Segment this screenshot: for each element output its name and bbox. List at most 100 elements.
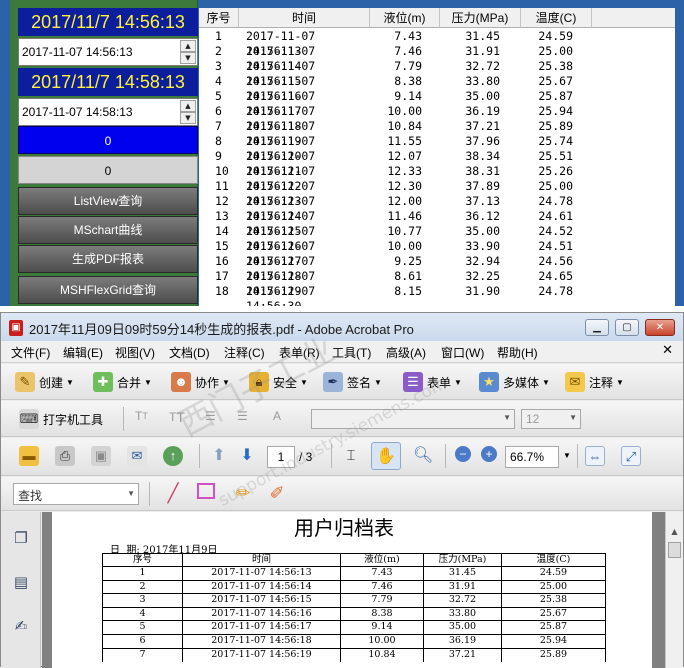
typewriter-toolbar: ⌨ 打字机工具 TT TT ☰ ☰ A ▼ 12 ▼ — [1, 401, 683, 437]
spin-up-icon[interactable]: ▲ — [180, 40, 196, 52]
table-row[interactable]: 10 2017-11-07 14:56:22 12.33 38.31 25.26 — [199, 164, 675, 193]
line-spacing-up-icon[interactable]: ☰ — [237, 409, 248, 423]
line-tool-icon[interactable]: ╱ — [163, 483, 187, 503]
pencil-tool-icon[interactable]: ✏ — [233, 483, 257, 503]
data-listview[interactable]: 序号 时间 液位(m) 压力(MPa) 温度(C) 1 2017-11-07 14… — [199, 8, 675, 306]
dropdown-arrow-icon: ▼ — [66, 377, 74, 387]
bookmarks-panel-icon[interactable]: ▤ — [11, 570, 31, 594]
table-row[interactable]: 15 2017-11-07 14:56:27 10.00 33.90 24.51 — [199, 239, 675, 268]
typewriter-tool-button[interactable]: ⌨ 打字机工具 — [19, 409, 103, 429]
text-color-icon[interactable]: A — [273, 409, 281, 423]
column-header-level[interactable]: 液位(m) — [370, 8, 440, 28]
font-size-select[interactable]: 12 ▼ — [521, 409, 581, 429]
mschart-curve-button[interactable]: MSchart曲线 — [18, 216, 198, 244]
open-folder-icon[interactable]: ▬ — [19, 446, 43, 466]
combine-button[interactable]: ✚ 合并 ▼ — [93, 372, 152, 392]
previous-page-icon[interactable]: ⬆ — [209, 446, 233, 466]
highlighter-tool-icon[interactable]: ✐ — [267, 483, 291, 503]
table-row[interactable]: 13 2017-11-07 14:56:25 11.46 36.12 24.61 — [199, 209, 675, 238]
page-number-input[interactable]: 1 — [267, 446, 295, 468]
fit-page-icon[interactable]: ⤢ — [621, 446, 645, 466]
table-row[interactable]: 11 2017-11-07 14:56:23 12.30 37.89 25.00 — [199, 179, 675, 208]
table-row[interactable]: 18 2017-11-07 14:56:30 8.15 31.90 24.78 — [199, 284, 675, 306]
table-row[interactable]: 17 2017-11-07 14:56:29 8.61 32.25 24.65 — [199, 269, 675, 298]
mshflexgrid-query-button[interactable]: MSHFlexGrid查询 — [18, 276, 198, 304]
hand-tool-icon[interactable]: ✋ — [371, 442, 405, 470]
pages-panel-icon[interactable]: ❐ — [11, 526, 31, 550]
menu-file[interactable]: 文件(F) — [11, 344, 50, 361]
line-spacing-down-icon[interactable]: ☰ — [205, 409, 216, 423]
save-icon[interactable]: ▣ — [91, 446, 115, 466]
menu-tools[interactable]: 工具(T) — [332, 344, 371, 361]
create-button[interactable]: ✎ 创建 ▼ — [15, 372, 74, 392]
spin-up-icon[interactable]: ▲ — [180, 100, 196, 112]
column-header-temperature[interactable]: 温度(C) — [521, 8, 592, 28]
close-document-icon[interactable]: ✕ — [662, 343, 673, 358]
cell-pressure: 37.96 — [465, 134, 500, 148]
text-larger-icon[interactable]: TT — [169, 409, 185, 425]
menu-view[interactable]: 视图(V) — [115, 344, 155, 361]
next-page-icon[interactable]: ⬇ — [237, 446, 261, 466]
multimedia-button[interactable]: ★ 多媒体 ▼ — [479, 372, 550, 392]
menu-help[interactable]: 帮助(H) — [497, 344, 538, 361]
table-row[interactable]: 7 2017-11-07 14:56:19 10.84 37.21 25.89 — [199, 119, 675, 148]
forms-button[interactable]: ☰ 表单 ▼ — [403, 372, 462, 392]
cell-time: 2017-11-07 14:56:30 — [246, 284, 316, 306]
end-time-spinner[interactable]: ▲ ▼ — [180, 100, 196, 124]
email-icon[interactable]: ✉ — [127, 446, 151, 466]
sign-button[interactable]: ✒ 签名 ▼ — [323, 372, 382, 392]
table-row[interactable]: 1 2017-11-07 14:56:13 7.43 31.45 24.59 — [199, 29, 675, 58]
menu-comments[interactable]: 注释(C) — [224, 344, 265, 361]
spin-down-icon[interactable]: ▼ — [180, 112, 196, 124]
signatures-panel-icon[interactable]: ✍ — [11, 614, 31, 638]
table-row[interactable]: 9 2017-11-07 14:56:21 12.07 38.34 25.51 — [199, 149, 675, 178]
zoom-in-icon[interactable]: + — [481, 446, 501, 462]
maximize-button[interactable]: ▢ — [615, 319, 639, 336]
security-button[interactable]: 🔒︎ 安全 ▼ — [249, 372, 308, 392]
table-row[interactable]: 14 2017-11-07 14:56:26 10.77 35.00 24.52 — [199, 224, 675, 253]
text-smaller-icon[interactable]: TT — [135, 409, 148, 423]
column-header-index[interactable]: 序号 — [199, 8, 239, 28]
document-view[interactable]: 用户归档表 日 期: 2017年11月9日 序号 时间 液位(m) 压力(MPa) 温度… — [42, 512, 665, 668]
start-time-picker[interactable]: 2017-11-07 14:56:13 ▲ ▼ — [18, 38, 198, 66]
menu-edit[interactable]: 编辑(E) — [63, 344, 103, 361]
fit-width-icon[interactable]: ⇔ — [585, 446, 609, 466]
column-header-pressure[interactable]: 压力(MPa) — [440, 8, 521, 28]
menu-document[interactable]: 文档(D) — [169, 344, 210, 361]
zoom-out-icon[interactable]: − — [455, 446, 475, 462]
comment-button[interactable]: ✉ 注释 ▼ — [565, 372, 624, 392]
zoom-level-input[interactable]: 66.7% — [505, 446, 559, 468]
minimize-button[interactable]: ▁ — [585, 319, 609, 336]
table-row[interactable]: 16 2017-11-07 14:56:28 9.25 32.94 24.56 — [199, 254, 675, 283]
table-row[interactable]: 3 2017-11-07 14:56:15 7.79 32.72 25.38 — [199, 59, 675, 88]
web-upload-icon[interactable]: ↑ — [163, 446, 187, 466]
zoom-dropdown-icon[interactable]: ▼ — [563, 451, 571, 460]
close-button[interactable]: ✕ — [645, 319, 675, 336]
menu-forms[interactable]: 表单(R) — [279, 344, 320, 361]
font-family-select[interactable]: ▼ — [311, 409, 515, 429]
column-header-time[interactable]: 时间 — [239, 8, 370, 28]
print-icon[interactable]: ⎙ — [55, 446, 79, 466]
start-time-spinner[interactable]: ▲ ▼ — [180, 40, 196, 64]
rectangle-tool-icon[interactable] — [197, 483, 219, 499]
spin-down-icon[interactable]: ▼ — [180, 52, 196, 64]
cell-temperature: 25.00 — [538, 44, 573, 58]
zoom-tool-icon[interactable]: 🔍︎ — [413, 446, 437, 466]
menu-window[interactable]: 窗口(W) — [441, 344, 484, 361]
listview-query-button[interactable]: ListView查询 — [18, 187, 198, 215]
table-row[interactable]: 2 2017-11-07 14:56:14 7.46 31.91 25.00 — [199, 44, 675, 73]
end-time-picker[interactable]: 2017-11-07 14:58:13 ▲ ▼ — [18, 98, 198, 126]
table-row[interactable]: 5 2017-11-07 14:56:17 9.14 35.00 25.87 — [199, 89, 675, 118]
select-tool-icon[interactable]: ⌶ — [341, 446, 365, 466]
scroll-up-icon[interactable]: ▲ — [666, 524, 683, 540]
scroll-thumb[interactable] — [668, 542, 681, 558]
table-row[interactable]: 12 2017-11-07 14:56:24 12.00 37.13 24.78 — [199, 194, 675, 223]
collaborate-button[interactable]: ☻ 协作 ▼ — [171, 372, 230, 392]
find-input[interactable]: 查找 ▼ — [13, 483, 139, 505]
table-row[interactable]: 6 2017-11-07 14:56:18 10.00 36.19 25.94 — [199, 104, 675, 133]
menu-advanced[interactable]: 高级(A) — [386, 344, 426, 361]
generate-pdf-button[interactable]: 生成PDF报表 — [18, 245, 198, 273]
table-row[interactable]: 8 2017-11-07 14:56:20 11.55 37.96 25.74 — [199, 134, 675, 163]
table-row[interactable]: 4 2017-11-07 14:56:16 8.38 33.80 25.67 — [199, 74, 675, 103]
vertical-scrollbar[interactable]: ▲ — [665, 512, 683, 668]
